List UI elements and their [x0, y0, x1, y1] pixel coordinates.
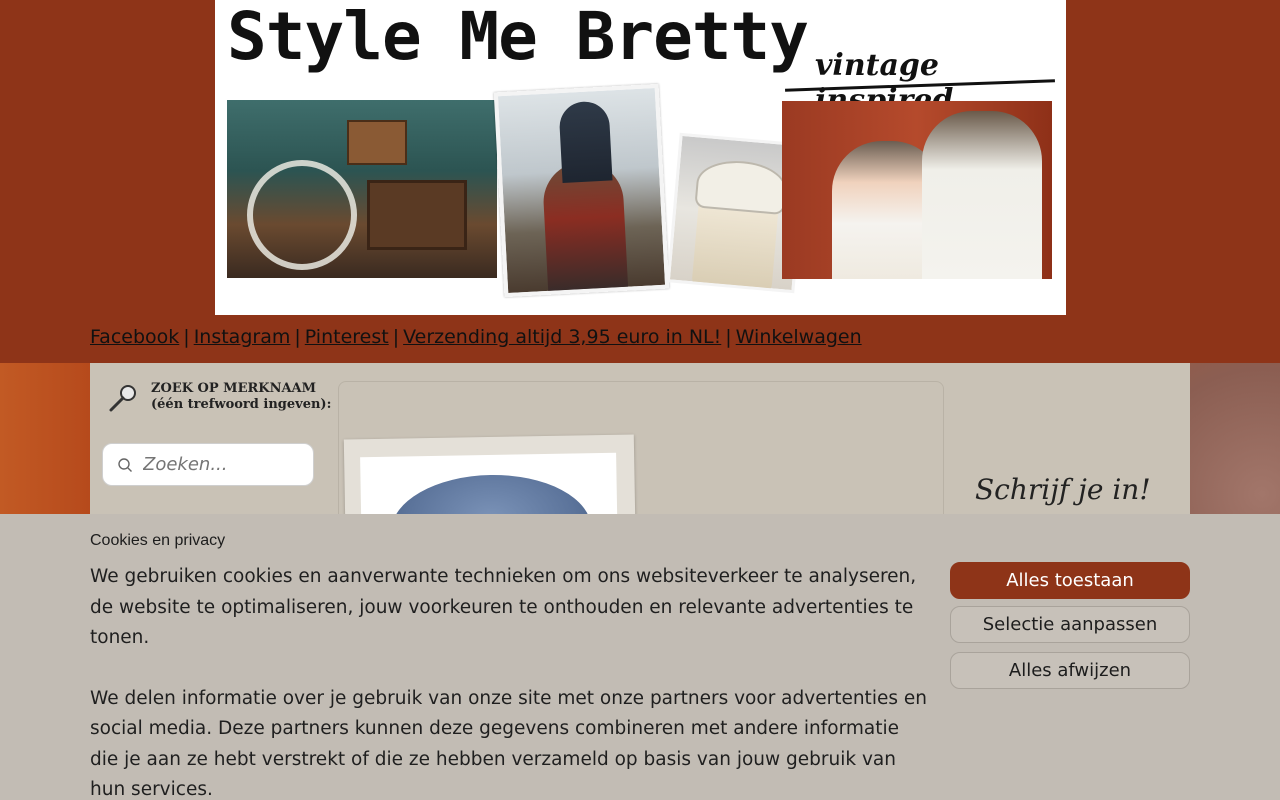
nav-link-instagram[interactable]: Instagram [194, 326, 291, 348]
banner-photo-bicycle [227, 100, 497, 278]
banner-photo-father-son [493, 83, 670, 298]
reject-all-button[interactable]: Alles afwijzen [950, 652, 1190, 689]
nav-link-pinterest[interactable]: Pinterest [305, 326, 389, 348]
nav-separator: | [294, 326, 301, 348]
search-label-line1: ZOEK OP MERKNAAM [151, 381, 317, 396]
cookie-paragraph-2: We delen informatie over je gebruik van … [90, 687, 927, 800]
cookie-paragraph-1: We gebruiken cookies en aanverwante tech… [90, 566, 917, 648]
search-label-line2: (één trefwoord ingeven): [151, 397, 332, 413]
nav-link-cart[interactable]: Winkelwagen [736, 326, 862, 348]
cookie-text: We gebruiken cookies en aanverwante tech… [90, 562, 930, 800]
banner-photo-father-baby [782, 101, 1052, 279]
newsletter-signup-heading[interactable]: Schrijf je in! [975, 473, 1151, 506]
header-banner[interactable]: Style Me Bretty vintage inspired [215, 0, 1066, 315]
customize-selection-button[interactable]: Selectie aanpassen [950, 606, 1190, 643]
cookie-banner: Cookies en privacy We gebruiken cookies … [0, 514, 1280, 800]
search-input[interactable] [143, 454, 303, 475]
nav-separator: | [392, 326, 400, 348]
nav-separator: | [725, 326, 732, 348]
top-nav: Facebook | Instagram | Pinterest | Verzending … [90, 326, 862, 352]
nav-link-facebook[interactable]: Facebook [90, 326, 179, 348]
search-box[interactable] [102, 443, 314, 486]
nav-link-shipping[interactable]: Verzending altijd 3,95 euro in NL! [403, 326, 721, 348]
nav-separator: | [183, 326, 190, 348]
search-label: ZOEK OP MERKNAAM (één trefwoord ingeven)… [107, 381, 331, 414]
site-title: Style Me Bretty [227, 0, 809, 75]
allow-all-button[interactable]: Alles toestaan [950, 562, 1190, 599]
cookie-title: Cookies en privacy [90, 532, 226, 549]
search-icon [118, 457, 132, 472]
